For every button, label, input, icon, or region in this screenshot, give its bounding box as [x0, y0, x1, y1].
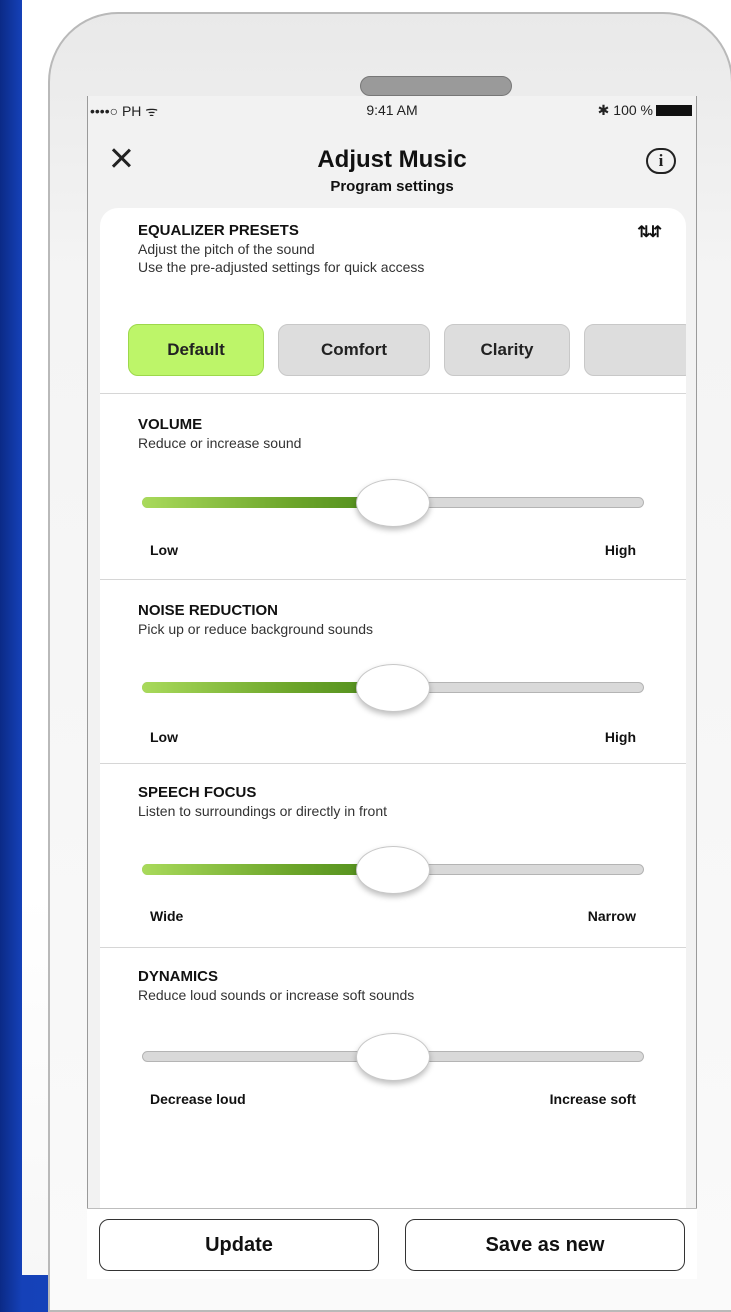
noise-reduction-section: NOISE REDUCTION Pick up or reduce backgr… — [100, 580, 686, 764]
save-as-new-button[interactable]: Save as new — [405, 1219, 685, 1271]
noise-reduction-max-label: High — [604, 729, 636, 745]
battery-text: ✱ 100 % — [597, 102, 653, 118]
dynamics-min-label: Decrease loud — [150, 1091, 246, 1107]
volume-max-label: High — [604, 542, 636, 558]
page-title: Adjust Music — [317, 146, 467, 173]
info-icon[interactable]: i — [646, 148, 676, 174]
volume-min-label: Low — [150, 542, 178, 558]
speech-focus-max-label: Narrow — [587, 908, 636, 924]
noise-reduction-title: NOISE REDUCTION — [138, 602, 279, 619]
app-screen: ••••○ PH ᯤ 9:41 AM ✱ 100 % Adjust Music … — [87, 96, 697, 1256]
noise-reduction-slider[interactable] — [142, 664, 644, 714]
nav-header: Adjust Music Program settings i — [88, 136, 696, 206]
volume-slider[interactable] — [142, 479, 644, 529]
battery-icon — [656, 105, 692, 116]
page-subtitle: Program settings — [330, 178, 454, 195]
slider-thumb[interactable] — [356, 664, 430, 712]
volume-desc: Reduce or increase sound — [138, 435, 302, 451]
status-bar: ••••○ PH ᯤ 9:41 AM ✱ 100 % — [88, 96, 696, 126]
bottom-action-bar: Update Save as new — [87, 1208, 697, 1279]
preset-comfort[interactable]: Comfort — [278, 324, 430, 376]
dynamics-slider[interactable] — [142, 1033, 644, 1083]
dynamics-section: DYNAMICS Reduce loud sounds or increase … — [100, 948, 686, 1248]
dynamics-title: DYNAMICS — [138, 968, 219, 985]
speech-focus-min-label: Wide — [150, 908, 184, 924]
slider-thumb[interactable] — [356, 1033, 430, 1081]
noise-reduction-desc: Pick up or reduce background sounds — [138, 621, 374, 637]
speech-focus-title: SPEECH FOCUS — [138, 784, 257, 801]
sort-icon[interactable]: ⇅⇵ — [637, 222, 662, 242]
update-button[interactable]: Update — [99, 1219, 379, 1271]
volume-title: VOLUME — [138, 416, 203, 433]
speech-focus-slider[interactable] — [142, 846, 644, 896]
slider-thumb[interactable] — [356, 479, 430, 527]
dynamics-desc: Reduce loud sounds or increase soft soun… — [138, 987, 415, 1003]
preset-clarity[interactable]: Clarity — [444, 324, 570, 376]
phone-speaker — [360, 76, 512, 96]
equalizer-title: EQUALIZER PRESETS — [138, 222, 299, 239]
equalizer-desc-2: Use the pre-adjusted settings for quick … — [138, 259, 425, 275]
slider-thumb[interactable] — [356, 846, 430, 894]
preset-list: Default Comfort Clarity — [128, 324, 686, 376]
equalizer-section: EQUALIZER PRESETS ⇅⇵ Adjust the pitch of… — [100, 208, 686, 394]
settings-card: EQUALIZER PRESETS ⇅⇵ Adjust the pitch of… — [100, 208, 686, 1248]
speech-focus-desc: Listen to surroundings or directly in fr… — [138, 803, 388, 819]
preset-default[interactable]: Default — [128, 324, 264, 376]
noise-reduction-min-label: Low — [150, 729, 178, 745]
speech-focus-section: SPEECH FOCUS Listen to surroundings or d… — [100, 764, 686, 948]
preset-more[interactable] — [584, 324, 686, 376]
volume-section: VOLUME Reduce or increase sound Low High — [100, 394, 686, 580]
dynamics-max-label: Increase soft — [549, 1091, 636, 1107]
battery-status: ✱ 100 % — [598, 102, 692, 119]
equalizer-desc-1: Adjust the pitch of the sound — [138, 241, 315, 257]
